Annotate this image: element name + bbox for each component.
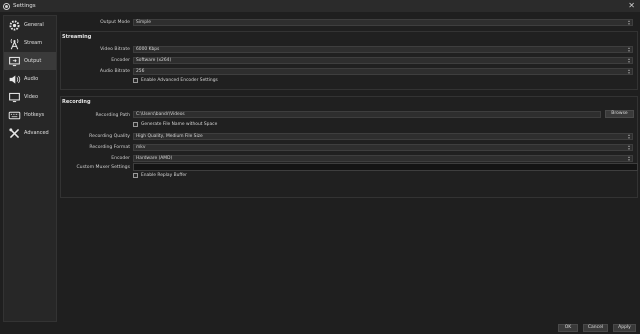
recording-path-label: Recording Path (95, 113, 130, 118)
custom-muxer-label: Custom Muxer Settings (76, 165, 130, 170)
sidebar-item-hotkeys[interactable]: Hotkeys (4, 106, 56, 124)
window-title: Settings (13, 3, 36, 9)
sidebar-item-label: Output (24, 58, 42, 64)
no-space-filename-label: Generate File Name without Space (141, 122, 218, 127)
close-icon[interactable]: ✕ (628, 1, 635, 11)
cancel-button[interactable]: Cancel (583, 324, 608, 332)
streaming-encoder-value: Software (x264) (136, 58, 172, 63)
settings-sidebar: General Stream Output Audio Video Hotkey… (3, 15, 57, 322)
apply-button[interactable]: Apply (613, 324, 636, 332)
sidebar-item-label: Hotkeys (24, 112, 45, 118)
video-bitrate-label: Video Bitrate (100, 47, 130, 52)
recording-quality-label: Recording Quality (89, 134, 130, 139)
recording-section-title: Recording (62, 99, 91, 105)
advanced-encoder-checkbox[interactable]: Enable Advanced Encoder Settings (133, 78, 218, 83)
monitor-output-icon (7, 54, 21, 68)
recording-format-value: mkv (136, 145, 146, 150)
recording-format-select[interactable]: mkv ▴ ▾ (133, 144, 633, 151)
recording-encoder-value: Hardware (AMD) (136, 156, 173, 161)
broadcast-icon (7, 36, 21, 50)
dropdown-arrows-icon: ▴ ▾ (628, 19, 630, 26)
checkbox-box[interactable] (133, 173, 138, 178)
sidebar-item-general[interactable]: General (4, 16, 56, 34)
sidebar-item-stream[interactable]: Stream (4, 34, 56, 52)
output-mode-value: Simple (136, 20, 151, 25)
obs-logo-icon (3, 2, 10, 10)
sidebar-item-audio[interactable]: Audio (4, 70, 56, 88)
sidebar-item-label: Stream (24, 40, 43, 46)
dropdown-arrows-icon: ▴ ▾ (628, 144, 630, 151)
audio-bitrate-label: Audio Bitrate (99, 69, 130, 74)
checkbox-box[interactable] (133, 122, 138, 127)
monitor-icon (7, 90, 21, 104)
sidebar-item-label: General (24, 22, 44, 28)
sidebar-item-label: Audio (24, 76, 39, 82)
dropdown-arrows-icon: ▴ ▾ (628, 57, 630, 64)
recording-path-value: C:\Users\bandr\Videos (136, 112, 185, 117)
spin-arrows-icon[interactable]: ▴ ▾ (627, 46, 631, 52)
keyboard-icon (7, 108, 21, 122)
recording-encoder-select[interactable]: Hardware (AMD) ▴ ▾ (133, 155, 633, 162)
recording-format-label: Recording Format (89, 145, 130, 150)
sidebar-item-label: Video (24, 94, 39, 100)
wrench-screwdriver-icon (7, 126, 21, 140)
streaming-encoder-label: Encoder (111, 58, 130, 63)
audio-bitrate-value: 256 (136, 69, 145, 74)
sidebar-item-advanced[interactable]: Advanced (4, 124, 56, 142)
sidebar-item-output[interactable]: Output (4, 52, 56, 70)
replay-buffer-label: Enable Replay Buffer (141, 173, 187, 178)
video-bitrate-spinbox[interactable]: 6000 Kbps ▴ ▾ (133, 46, 633, 53)
gear-icon (7, 18, 21, 32)
sidebar-item-video[interactable]: Video (4, 88, 56, 106)
recording-encoder-label: Encoder (111, 156, 130, 161)
sidebar-item-label: Advanced (24, 130, 49, 136)
recording-quality-value: High Quality, Medium File Size (136, 134, 203, 139)
output-settings-panel: Output Mode Simple ▴ ▾ Streaming Video Bi… (60, 15, 638, 320)
streaming-encoder-select[interactable]: Software (x264) ▴ ▾ (133, 57, 633, 64)
video-bitrate-value: 6000 Kbps (136, 47, 160, 52)
custom-muxer-input[interactable] (133, 163, 638, 171)
no-space-filename-checkbox[interactable]: Generate File Name without Space (133, 122, 217, 127)
dropdown-arrows-icon: ▴ ▾ (628, 68, 630, 75)
audio-bitrate-select[interactable]: 256 ▴ ▾ (133, 68, 633, 75)
streaming-section-title: Streaming (62, 34, 92, 40)
advanced-encoder-label: Enable Advanced Encoder Settings (141, 78, 218, 83)
checkbox-box[interactable] (133, 78, 138, 83)
browse-button[interactable]: Browse (605, 110, 634, 118)
dropdown-arrows-icon: ▴ ▾ (628, 133, 630, 140)
dropdown-arrows-icon: ▴ ▾ (628, 155, 630, 162)
ok-button[interactable]: OK (558, 324, 578, 332)
title-bar: Settings ✕ (0, 0, 640, 12)
recording-quality-select[interactable]: High Quality, Medium File Size ▴ ▾ (133, 133, 633, 140)
output-mode-label: Output Mode (100, 20, 130, 25)
speaker-icon (7, 72, 21, 86)
output-mode-select[interactable]: Simple ▴ ▾ (133, 19, 633, 26)
replay-buffer-checkbox[interactable]: Enable Replay Buffer (133, 173, 187, 178)
recording-path-input[interactable]: C:\Users\bandr\Videos (133, 111, 601, 118)
